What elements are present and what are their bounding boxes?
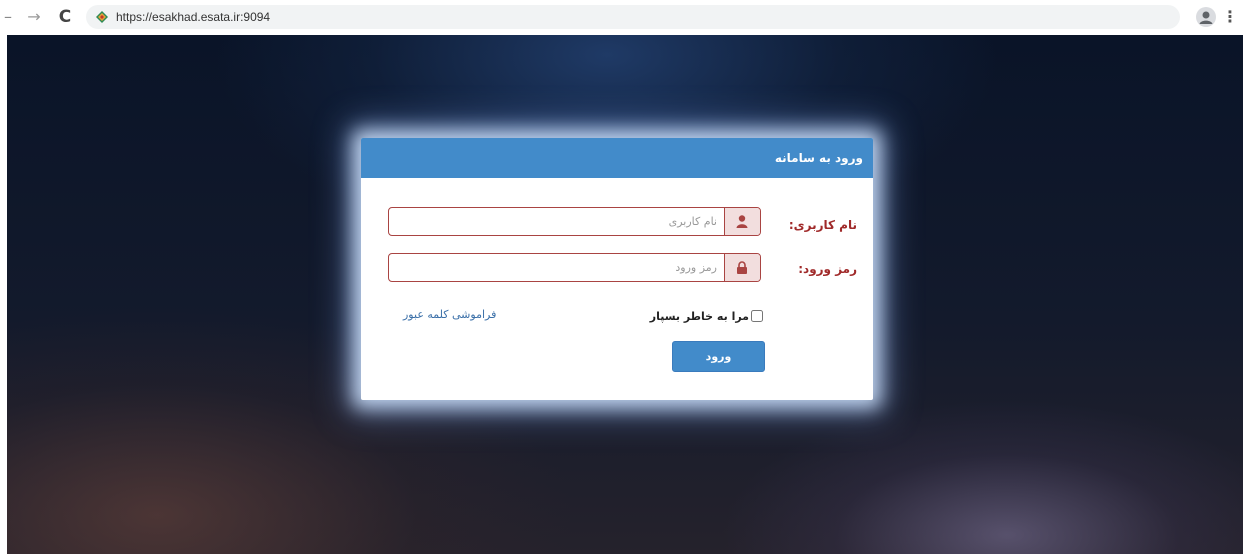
login-panel: ورود به سامانه نام کاربری: رمز ورود: — [361, 138, 873, 400]
password-input-group — [388, 253, 761, 282]
address-bar[interactable]: https://esakhad.esata.ir:9094 — [86, 5, 1180, 29]
forgot-password-link[interactable]: فراموشی کلمه عبور — [403, 308, 496, 321]
username-input[interactable] — [389, 208, 725, 235]
username-label: نام کاربری: — [788, 218, 857, 232]
remember-me-checkbox[interactable] — [751, 310, 763, 322]
forward-arrow-icon[interactable]: → — [24, 6, 44, 28]
url-text: https://esakhad.esata.ir:9094 — [116, 10, 271, 24]
password-label: رمز ورود: — [798, 262, 857, 276]
site-favicon-icon — [96, 11, 108, 23]
back-arrow-icon[interactable]: – — [2, 6, 14, 28]
remember-me[interactable]: مرا به خاطر بسپار — [650, 308, 763, 324]
password-addon — [724, 254, 760, 281]
username-input-group — [388, 207, 761, 236]
menu-dots-icon[interactable]: ⋮ — [1222, 5, 1238, 29]
username-addon — [724, 208, 760, 235]
profile-avatar-icon[interactable] — [1196, 7, 1216, 27]
reload-icon[interactable]: C — [55, 6, 75, 28]
remember-me-label: مرا به خاطر بسپار — [649, 309, 749, 323]
login-panel-header: ورود به سامانه — [361, 138, 873, 178]
browser-toolbar: – → C https://esakhad.esata.ir:9094 ⋮ — [0, 0, 1243, 35]
login-button[interactable]: ورود — [672, 341, 765, 372]
page-background: ورود به سامانه نام کاربری: رمز ورود: — [7, 35, 1243, 554]
lock-icon — [737, 261, 747, 274]
user-icon — [736, 215, 748, 228]
login-title: ورود به سامانه — [774, 151, 863, 165]
password-input[interactable] — [389, 254, 725, 281]
